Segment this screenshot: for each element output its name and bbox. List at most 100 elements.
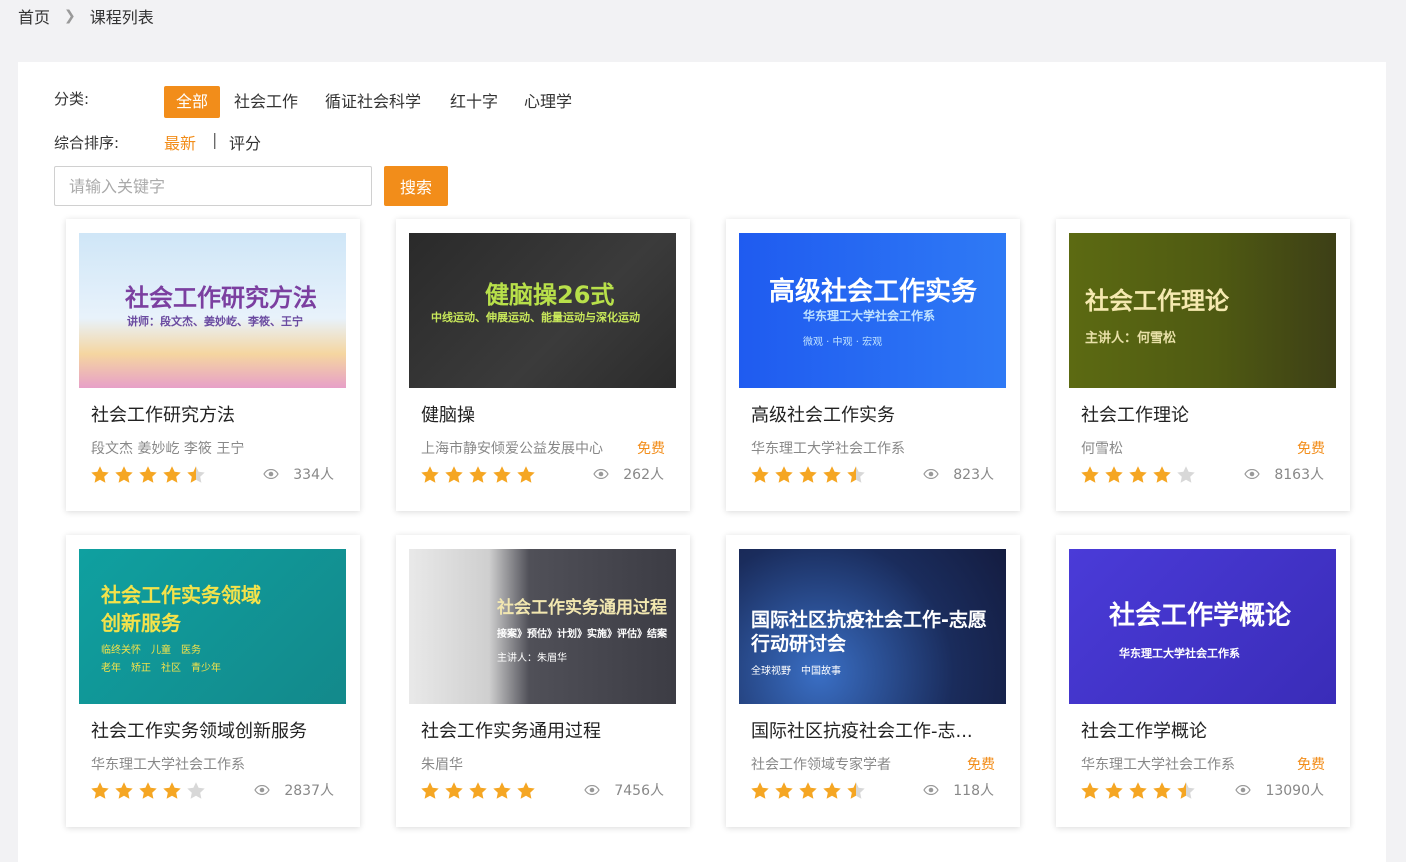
rating-star-icon xyxy=(846,781,866,805)
rating-star-icon xyxy=(516,465,536,489)
rating-star-icon xyxy=(1104,465,1124,489)
category-evidence-social-science[interactable]: 循证社会科学 xyxy=(313,86,433,118)
course-card[interactable]: 社会工作学概论 华东理工大学社会工作系 社会工作学概论 华东理工大学社会工作系 … xyxy=(1056,535,1350,827)
rating-star-icon xyxy=(750,465,770,489)
rating-star-icon xyxy=(1152,781,1172,805)
course-author: 上海市静安倾爱公益发展中心 xyxy=(421,441,603,457)
course-title[interactable]: 社会工作实务领域创新服务 xyxy=(91,717,341,743)
rating-star-icon xyxy=(774,465,794,489)
view-count-text: 2837人 xyxy=(284,783,334,799)
rating-star-icon xyxy=(1128,781,1148,805)
rating-star-icon xyxy=(1176,465,1196,489)
rating-stars xyxy=(420,781,536,805)
breadcrumb-current: 课程列表 xyxy=(89,8,154,27)
view-count-text: 823人 xyxy=(953,467,994,483)
course-card[interactable]: 社会工作实务领域 创新服务 临终关怀 儿童 医务 老年 矫正 社区 青少年 社会… xyxy=(66,535,360,827)
rating-stars xyxy=(750,465,866,489)
course-card[interactable]: 社会工作研究方法 讲师：段文杰、姜妙屹、李筱、王宁 社会工作研究方法 段文杰 姜… xyxy=(66,219,360,511)
course-thumbnail[interactable]: 社会工作理论 主讲人：何雪松 xyxy=(1069,233,1336,388)
thumbnail-title: 健脑操26式 xyxy=(485,281,615,309)
course-title[interactable]: 国际社区抗疫社会工作-志... xyxy=(751,717,1001,743)
rating-star-icon xyxy=(798,465,818,489)
course-title[interactable]: 社会工作实务通用过程 xyxy=(421,717,671,743)
course-author: 何雪松 xyxy=(1081,441,1123,457)
course-thumbnail[interactable]: 健脑操26式 中线运动、伸展运动、能量运动与深化运动 xyxy=(409,233,676,388)
rating-star-icon xyxy=(492,465,512,489)
course-title[interactable]: 社会工作研究方法 xyxy=(91,401,341,427)
rating-stars xyxy=(1080,465,1196,489)
thumbnail-subtitle: 行动研讨会 xyxy=(751,633,847,655)
thumbnail-title: 社会工作实务通用过程 xyxy=(497,598,667,618)
search-input[interactable] xyxy=(54,166,372,206)
view-count: 262人 xyxy=(593,464,664,484)
rating-star-icon xyxy=(750,781,770,805)
rating-star-icon xyxy=(846,465,866,489)
thumbnail-caption: 微观 · 中观 · 宏观 xyxy=(803,337,883,348)
thumbnail-subtitle: 中线运动、伸展运动、能量运动与深化运动 xyxy=(431,311,640,324)
course-title[interactable]: 社会工作理论 xyxy=(1081,401,1331,427)
course-thumbnail[interactable]: 高级社会工作实务 华东理工大学社会工作系 微观 · 中观 · 宏观 xyxy=(739,233,1006,388)
category-social-work[interactable]: 社会工作 xyxy=(222,86,310,118)
course-card[interactable]: 国际社区抗疫社会工作-志愿 行动研讨会 全球视野 中国故事 国际社区抗疫社会工作… xyxy=(726,535,1020,827)
thumbnail-caption: 临终关怀 儿童 医务 xyxy=(101,645,201,656)
course-card[interactable]: 高级社会工作实务 华东理工大学社会工作系 微观 · 中观 · 宏观 高级社会工作… xyxy=(726,219,1020,511)
rating-stars xyxy=(90,465,206,489)
eye-icon xyxy=(1235,785,1252,795)
rating-star-icon xyxy=(162,465,182,489)
rating-star-icon xyxy=(1152,465,1172,489)
view-count: 7456人 xyxy=(584,780,664,800)
search-button[interactable]: 搜索 xyxy=(384,166,448,206)
sort-rating[interactable]: 评分 xyxy=(229,130,261,154)
category-psychology[interactable]: 心理学 xyxy=(512,86,584,118)
thumbnail-subtitle: 创新服务 xyxy=(101,611,181,635)
eye-icon xyxy=(263,469,279,479)
course-title[interactable]: 健脑操 xyxy=(421,401,671,427)
course-author: 社会工作领域专家学者 xyxy=(751,757,891,773)
view-count-text: 7456人 xyxy=(614,783,664,799)
rating-star-icon xyxy=(468,781,488,805)
course-thumbnail[interactable]: 社会工作学概论 华东理工大学社会工作系 xyxy=(1069,549,1336,704)
course-thumbnail[interactable]: 社会工作实务领域 创新服务 临终关怀 儿童 医务 老年 矫正 社区 青少年 xyxy=(79,549,346,704)
view-count-text: 13090人 xyxy=(1265,783,1324,799)
rating-star-icon xyxy=(1104,781,1124,805)
sort-label: 综合排序: xyxy=(54,134,120,152)
rating-star-icon xyxy=(1128,465,1148,489)
course-title[interactable]: 高级社会工作实务 xyxy=(751,401,1001,427)
view-count: 334人 xyxy=(263,464,334,484)
course-thumbnail[interactable]: 社会工作实务通用过程 接案》预估》计划》实施》评估》结案 主讲人：朱眉华 xyxy=(409,549,676,704)
course-card[interactable]: 健脑操26式 中线运动、伸展运动、能量运动与深化运动 健脑操 上海市静安倾爱公益… xyxy=(396,219,690,511)
view-count: 13090人 xyxy=(1235,780,1324,800)
rating-star-icon xyxy=(420,465,440,489)
course-card[interactable]: 社会工作理论 主讲人：何雪松 社会工作理论 何雪松 免费 8163人 xyxy=(1056,219,1350,511)
thumbnail-caption-2: 老年 矫正 社区 青少年 xyxy=(101,663,221,674)
free-badge: 免费 xyxy=(967,757,995,773)
thumbnail-title: 社会工作研究方法 xyxy=(125,284,317,312)
course-thumbnail[interactable]: 社会工作研究方法 讲师：段文杰、姜妙屹、李筱、王宁 xyxy=(79,233,346,388)
sort-newest[interactable]: 最新 xyxy=(164,130,196,154)
course-title[interactable]: 社会工作学概论 xyxy=(1081,717,1331,743)
eye-icon xyxy=(923,785,939,795)
thumbnail-subtitle: 主讲人：何雪松 xyxy=(1085,331,1177,346)
thumbnail-title: 社会工作学概论 xyxy=(1109,601,1292,631)
view-count: 823人 xyxy=(923,464,994,484)
view-count: 8163人 xyxy=(1244,464,1324,484)
course-thumbnail[interactable]: 国际社区抗疫社会工作-志愿 行动研讨会 全球视野 中国故事 xyxy=(739,549,1006,704)
eye-icon xyxy=(584,785,601,795)
view-count-text: 118人 xyxy=(953,783,994,799)
thumbnail-title: 高级社会工作实务 xyxy=(769,277,978,307)
eye-icon xyxy=(923,469,939,479)
rating-star-icon xyxy=(492,781,512,805)
rating-stars xyxy=(750,781,866,805)
category-red-cross[interactable]: 红十字 xyxy=(438,86,510,118)
rating-star-icon xyxy=(822,465,842,489)
free-badge: 免费 xyxy=(1297,441,1325,457)
category-all[interactable]: 全部 xyxy=(164,86,221,118)
breadcrumb-home[interactable]: 首页 xyxy=(18,4,50,28)
course-card[interactable]: 社会工作实务通用过程 接案》预估》计划》实施》评估》结案 主讲人：朱眉华 社会工… xyxy=(396,535,690,827)
course-author: 华东理工大学社会工作系 xyxy=(751,441,905,457)
rating-star-icon xyxy=(114,781,134,805)
breadcrumb: 首页 ❯ 课程列表 xyxy=(18,4,154,28)
rating-star-icon xyxy=(1176,781,1196,805)
eye-icon xyxy=(593,469,609,479)
course-author: 华东理工大学社会工作系 xyxy=(91,757,245,773)
